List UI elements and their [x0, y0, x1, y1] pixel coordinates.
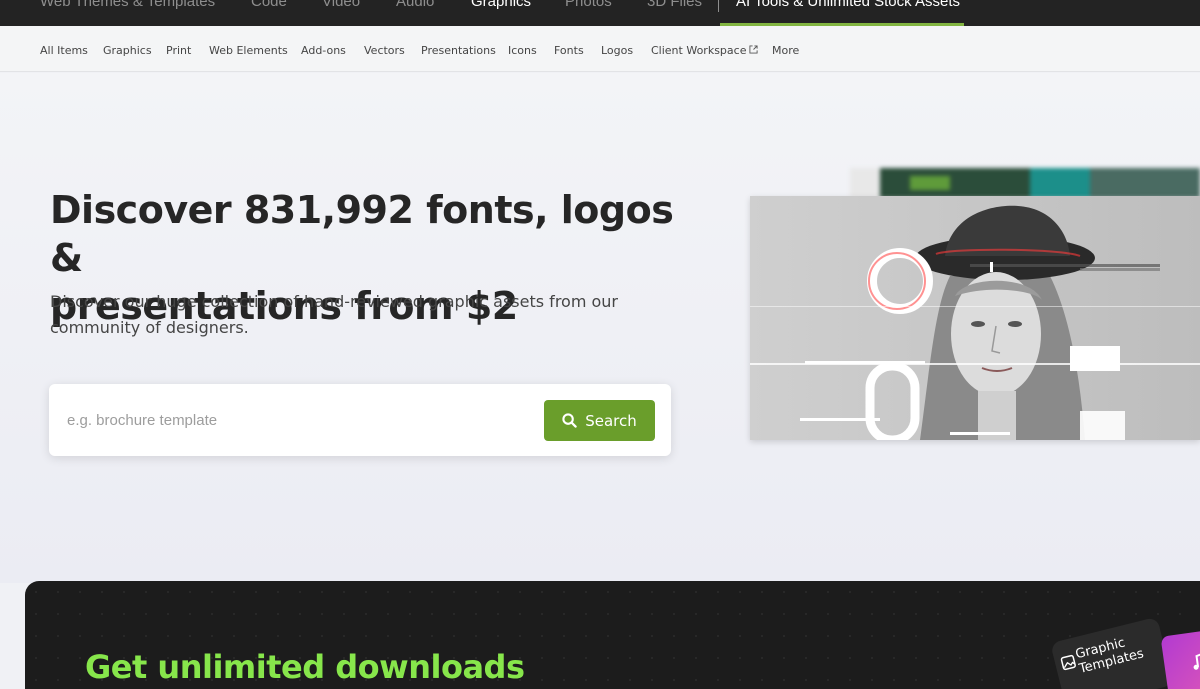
hero-subtitle: Discover our huge collection of hand-rev…	[50, 289, 630, 341]
hero-subtitle-line-1: Discover our huge collection of hand-rev…	[50, 292, 619, 311]
topnav-item-web-themes[interactable]: Web Themes & Templates	[40, 0, 215, 10]
subnav-item-logos[interactable]: Logos	[601, 44, 633, 57]
hero-subtitle-line-2: community of designers.	[50, 318, 249, 337]
subcategory-nav: All Items Graphics Print Web Elements Ad…	[0, 26, 1200, 72]
promo-title: Get unlimited downloads	[85, 648, 525, 686]
subnav-item-client-workspace-label: Client Workspace	[651, 44, 747, 57]
topnav-item-audio[interactable]: Audio	[396, 0, 434, 10]
subnav-item-graphics[interactable]: Graphics	[103, 44, 152, 57]
search-icon	[562, 413, 577, 428]
promo-card-label: Graphic Templates	[1074, 632, 1145, 676]
subnav-item-print[interactable]: Print	[166, 44, 191, 57]
subnav-item-all-items[interactable]: All Items	[40, 44, 88, 57]
subnav-item-presentations[interactable]: Presentations	[421, 44, 496, 57]
topnav-item-3d-files[interactable]: 3D Files	[647, 0, 702, 10]
search-button-label: Search	[585, 411, 637, 430]
subnav-item-client-workspace[interactable]: Client Workspace	[651, 44, 759, 57]
search-box: Search	[49, 384, 671, 456]
search-input[interactable]	[67, 408, 527, 432]
subnav-item-more[interactable]: More	[772, 44, 799, 57]
search-button[interactable]: Search	[544, 400, 655, 441]
subnav-item-icons[interactable]: Icons	[508, 44, 537, 57]
topnav-item-graphics[interactable]: Graphics	[471, 0, 531, 10]
promo-card-music	[1160, 625, 1200, 689]
hero-title-line-1: Discover 831,992 fonts, logos &	[50, 188, 674, 280]
topnav-item-ai-tools[interactable]: AI Tools & Unlimited Stock Assets	[736, 0, 960, 10]
promo-card-graphic-templates: Graphic Templates	[1050, 616, 1174, 689]
subnav-item-web-elements[interactable]: Web Elements	[209, 44, 288, 57]
image-icon	[1060, 654, 1076, 671]
subnav-item-fonts[interactable]: Fonts	[554, 44, 584, 57]
topnav-divider	[718, 0, 719, 12]
topnav-item-code[interactable]: Code	[251, 0, 287, 10]
topnav-item-video[interactable]: Video	[322, 0, 360, 10]
subnav-item-vectors[interactable]: Vectors	[364, 44, 405, 57]
promo-section: Get unlimited downloads Graphic Template…	[25, 581, 1200, 689]
hero-collage-back-image	[850, 168, 1200, 198]
hero-collage-main-image	[750, 196, 1200, 440]
external-link-icon	[749, 45, 759, 54]
music-note-icon	[1193, 651, 1200, 670]
subnav-item-add-ons[interactable]: Add-ons	[301, 44, 346, 57]
topnav-item-photos[interactable]: Photos	[565, 0, 612, 10]
top-category-nav: Web Themes & Templates Code Video Audio …	[0, 0, 1200, 26]
